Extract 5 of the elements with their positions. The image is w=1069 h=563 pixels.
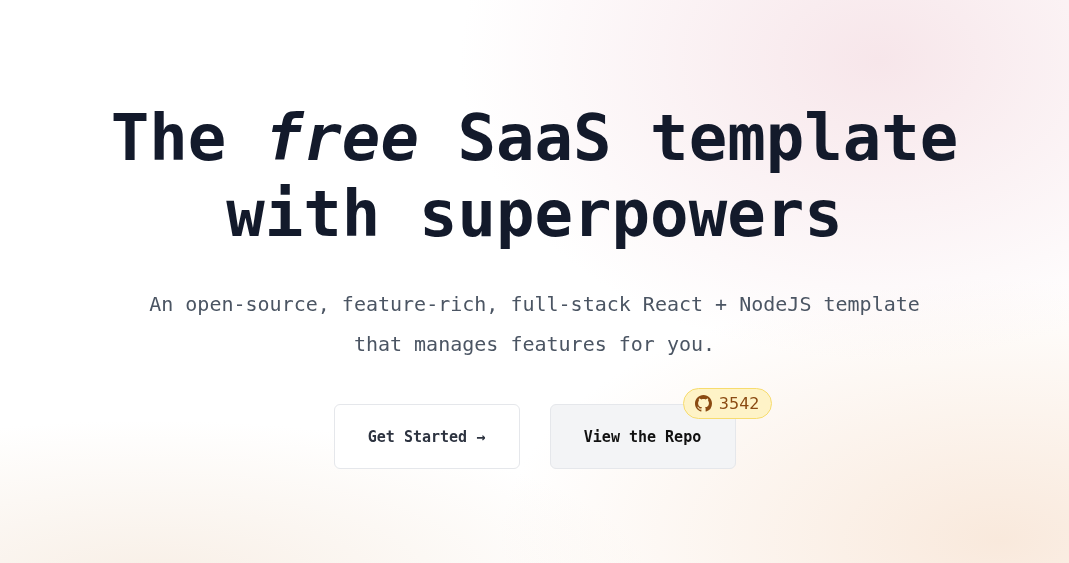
get-started-button[interactable]: Get Started →: [333, 404, 520, 469]
hero-subtitle: An open-source, feature-rich, full-stack React + NodeJS template that manages features for you.: [148, 291, 921, 358]
github-icon: [694, 395, 712, 412]
hero-title: The free SaaS template with superpowers: [109, 100, 960, 252]
star-count-badge: 3542: [682, 388, 772, 419]
